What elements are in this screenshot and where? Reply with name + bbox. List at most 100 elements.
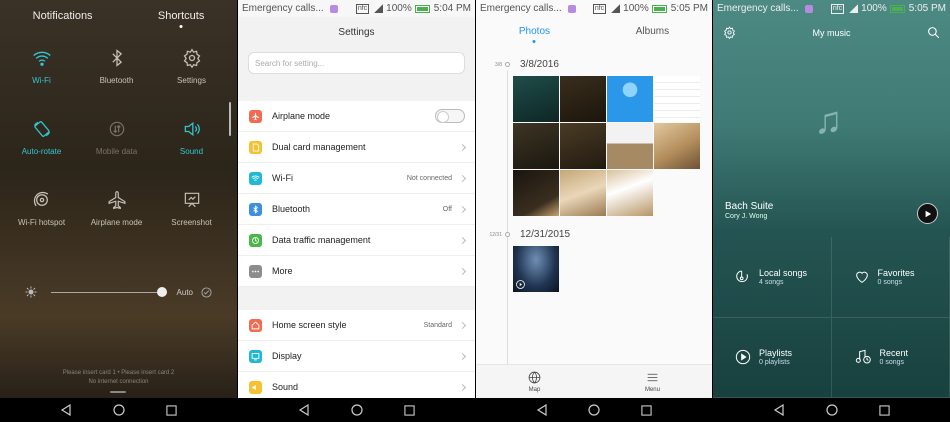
chevron-right-icon [458,352,467,360]
shortcut-mobile-data[interactable]: Mobile data [79,119,154,164]
back-icon[interactable] [773,404,785,416]
shortcut-sound[interactable]: Sound [154,119,229,164]
shortcut-auto-rotate[interactable]: Auto-rotate [4,119,79,164]
brightness-icon [25,286,37,298]
settings-row-data-traffic[interactable]: Data traffic management [238,225,475,256]
settings-row-display[interactable]: Display [238,341,475,372]
settings-row-bluetooth[interactable]: Bluetooth Off [238,194,475,225]
play-button[interactable] [917,203,938,224]
clock: 5:05 PM [670,3,708,14]
photo-thumbnail[interactable] [513,76,559,122]
settings-row-dual-card[interactable]: Dual card management [238,132,475,163]
shortcut-scrollbar[interactable] [229,102,231,136]
photo-thumbnail[interactable] [560,76,606,122]
auto-brightness-check-icon[interactable] [201,286,212,298]
airplane-icon [249,109,262,123]
now-playing[interactable]: Bach Suite Cory J. Wong [725,201,773,220]
battery-icon [414,4,430,13]
recents-icon[interactable] [879,404,890,416]
library-grid: Local songs 4 songs Favorites 0 songs Play… [713,237,950,398]
tab-albums[interactable]: Albums [636,26,669,37]
shortcut-label: Mobile data [95,147,138,156]
map-button[interactable]: Map [528,365,541,398]
video-thumbnail[interactable] [513,246,559,292]
tab-notifications[interactable]: Notifications [33,10,93,22]
connection-status-line: No internet connection [88,379,149,385]
photo-thumbnail[interactable] [607,76,653,122]
home-icon[interactable] [113,404,125,416]
back-icon[interactable] [60,404,72,416]
shortcut-screenshot[interactable]: Screenshot [154,190,229,235]
tab-shortcuts[interactable]: Shortcuts [158,10,204,22]
home-icon[interactable] [826,404,838,416]
recents-icon[interactable] [404,404,415,416]
library-local-songs[interactable]: Local songs 4 songs [713,237,832,318]
menu-button[interactable]: Menu [645,365,660,398]
settings-row-more[interactable]: More [238,256,475,287]
sim-icon: nfc [830,3,845,14]
back-icon[interactable] [298,404,310,416]
shortcut-wifi[interactable]: Wi-Fi [4,48,79,93]
library-favorites[interactable]: Favorites 0 songs [831,237,950,318]
shortcut-airplane-mode[interactable]: Airplane mode [79,190,154,235]
signal-icon [374,4,384,13]
shade-tabs: Notifications Shortcuts [0,10,237,22]
map-label: Map [528,386,541,393]
bluetooth-icon [111,49,122,67]
speaker-icon [184,121,200,137]
shortcut-label: Wi-Fi [32,76,51,85]
recents-icon[interactable] [166,404,177,416]
back-icon[interactable] [536,404,548,416]
photo-thumbnail[interactable] [607,170,653,216]
photo-thumbnail[interactable] [560,170,606,216]
recents-icon[interactable] [641,404,652,416]
music-note-icon: ♫ [814,100,843,142]
settings-screen: Emergency calls... nfc 100% 5:04 PM Sett… [238,0,475,422]
search-icon[interactable] [927,26,940,39]
timeline-dot [505,62,510,67]
navigation-bar [0,398,237,422]
tab-photos[interactable]: Photos [519,26,550,37]
battery-icon [889,4,905,13]
carrier-text: Emergency calls... [242,3,324,14]
menu-icon [647,373,658,381]
search-input[interactable]: Search for setting... [248,52,465,74]
sim-icon: nfc [355,3,370,14]
library-recent[interactable]: Recent 0 songs [831,317,950,398]
settings-row-home-screen-style[interactable]: Home screen style Standard [238,310,475,341]
navigation-bar [476,398,712,422]
track-title: Bach Suite [725,201,774,212]
home-icon[interactable] [351,404,363,416]
video-play-icon [516,280,525,289]
photo-thumbnail[interactable] [654,76,700,122]
photo-thumbnail[interactable] [607,123,653,169]
home-screen-style-value: Standard [423,321,452,329]
airplane-mode-toggle[interactable] [435,109,465,123]
gear-icon[interactable] [723,26,736,39]
brightness-slider-knob[interactable] [156,286,167,297]
shortcut-bluetooth[interactable]: Bluetooth [79,48,154,93]
navigation-bar [713,398,950,422]
photo-thumbnail[interactable] [513,170,559,216]
photo-thumbnail[interactable] [560,123,606,169]
notification-app-icon [567,4,576,13]
signal-icon [849,4,859,13]
sim-status-note: Please insert card 1 • Please insert car… [0,369,237,387]
notification-app-icon [804,4,813,13]
shade-drag-handle[interactable] [110,391,126,393]
cell-subtitle: 4 songs [759,278,784,286]
photo-thumbnail[interactable] [654,123,700,169]
shortcut-settings[interactable]: Settings [154,48,229,93]
home-icon[interactable] [588,404,601,416]
settings-row-airplane-mode[interactable]: Airplane mode [238,101,475,132]
shortcut-label: Settings [177,76,206,85]
brightness-slider[interactable] [51,286,167,297]
photo-thumbnail[interactable] [513,123,559,169]
chevron-right-icon [458,383,467,391]
library-playlists[interactable]: Playlists 0 playlists [713,317,832,398]
shortcut-wifi-hotspot[interactable]: Wi-Fi hotspot [4,190,79,235]
sim-status-line: Please insert card 1 • Please insert car… [62,370,175,376]
chevron-right-icon [458,174,467,182]
settings-row-wifi[interactable]: Wi-Fi Not connected [238,163,475,194]
display-icon [249,349,262,363]
